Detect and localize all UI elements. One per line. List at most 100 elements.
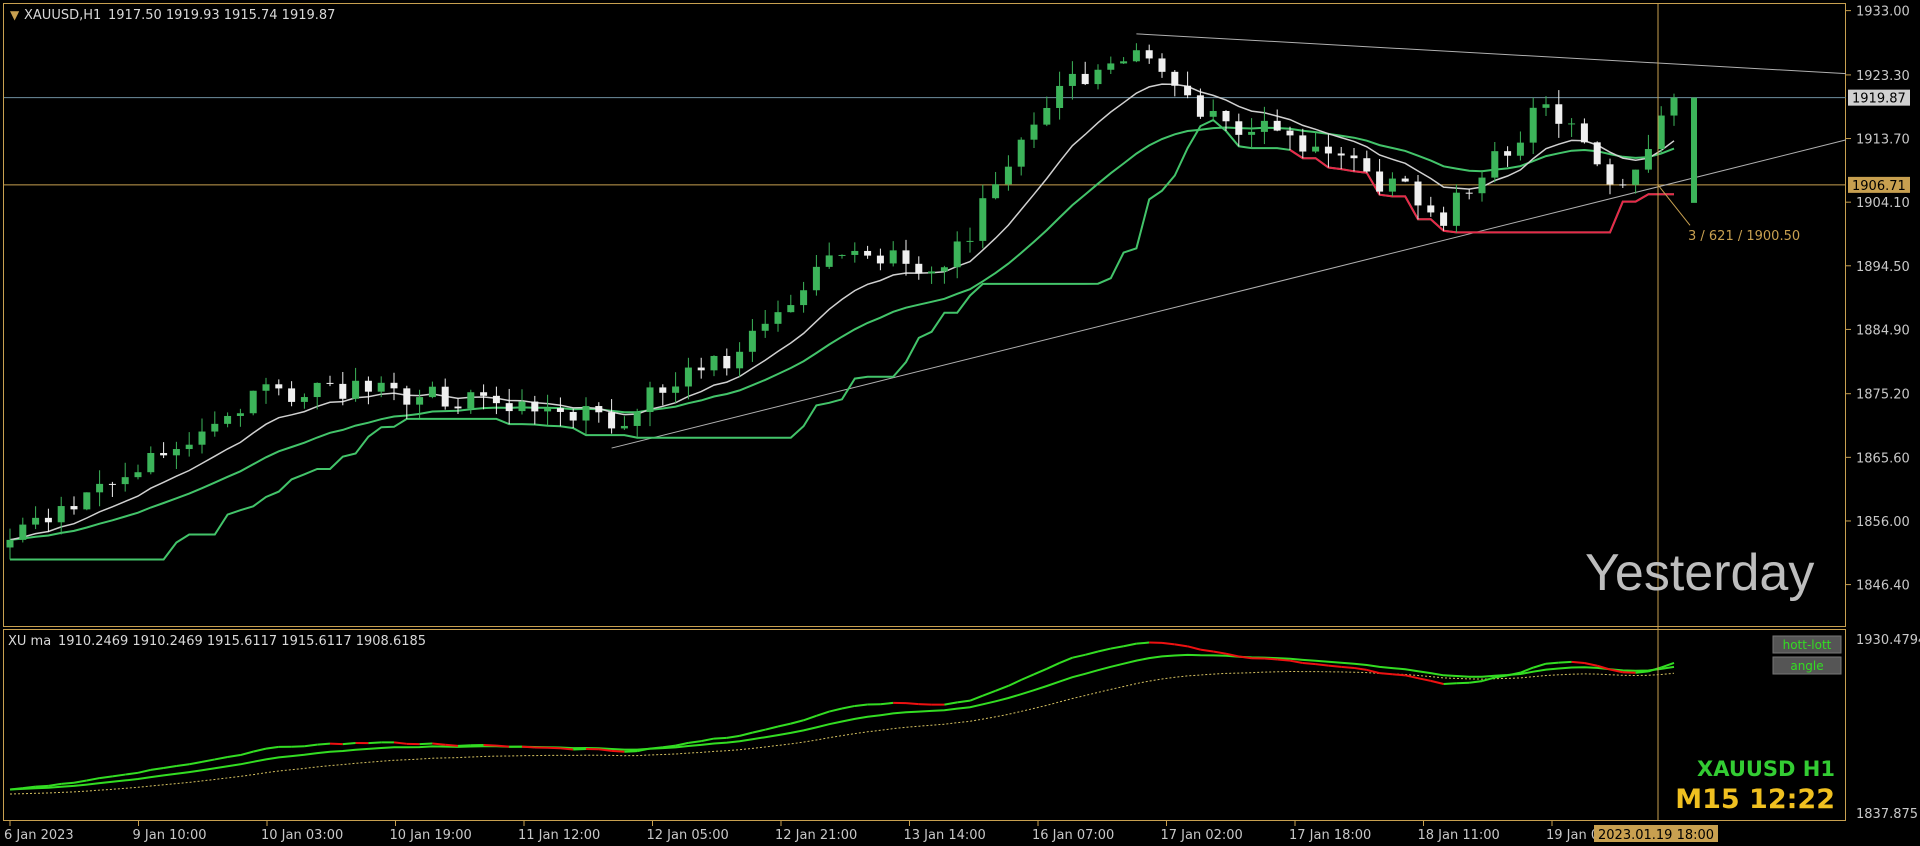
time-tick-label: 10 Jan 03:00: [261, 828, 343, 843]
osc-fast-segment: [61, 781, 75, 785]
osc-fast-segment: [1264, 657, 1278, 661]
candle-body: [761, 323, 769, 331]
candle-body: [608, 412, 616, 429]
candle-body: [1568, 123, 1576, 125]
candle-body: [147, 452, 155, 473]
osc-fast-segment: [317, 742, 331, 746]
hott-lott-button[interactable]: hott-lott: [1772, 635, 1842, 654]
candle-body: [1632, 169, 1640, 185]
candle-body: [1644, 149, 1652, 170]
candle-body: [876, 255, 884, 264]
candle-body: [838, 254, 846, 256]
candle-body: [1132, 50, 1140, 62]
candle-body: [1158, 58, 1166, 72]
candle-body: [300, 397, 308, 402]
candle-body: [1312, 146, 1320, 152]
osc-fast-segment: [1443, 682, 1457, 685]
time-tick-label: 13 Jan 14:00: [904, 828, 986, 843]
candle-body: [1235, 121, 1243, 135]
time-tick-label: 17 Jan 18:00: [1289, 828, 1371, 843]
sub-header-name: XU ma: [8, 634, 51, 649]
candle-body: [1452, 192, 1460, 226]
candle-body: [1120, 61, 1128, 64]
candle-body: [812, 266, 820, 291]
candle-body: [1580, 123, 1588, 143]
candle-body: [83, 492, 91, 510]
angle-label: angle: [1790, 659, 1823, 673]
candle-body: [748, 330, 756, 352]
candle-body: [121, 477, 129, 485]
price-tick-label: 1856.00: [1856, 515, 1910, 530]
osc-fast-segment: [1571, 660, 1585, 664]
osc-fast-segment: [35, 784, 49, 788]
osc-fast-segment: [432, 742, 446, 746]
candle-body: [1222, 110, 1230, 122]
candle-body: [889, 250, 897, 264]
candle-body: [800, 290, 808, 306]
candle-body: [1516, 142, 1524, 156]
candle-body: [1337, 153, 1345, 156]
price-tick-label: 1875.20: [1856, 388, 1910, 403]
candle-body: [1094, 69, 1102, 85]
time-tick-label: 10 Jan 19:00: [390, 828, 472, 843]
angle-button[interactable]: angle: [1772, 656, 1842, 675]
candle-body: [364, 380, 372, 392]
candle-body: [710, 355, 718, 371]
candle-body: [1184, 85, 1192, 96]
candle-body: [1465, 192, 1473, 194]
osc-fast-segment: [1328, 664, 1342, 668]
candle-body: [275, 384, 283, 389]
candle-body: [1145, 50, 1153, 59]
candle-body: [902, 250, 910, 264]
osc-fast-segment: [445, 743, 459, 747]
candle-body: [441, 386, 449, 407]
time-tick-label: 18 Jan 11:00: [1418, 828, 1500, 843]
time-tick-label: 11 Jan 12:00: [518, 828, 600, 843]
candle-body: [390, 382, 398, 389]
candle-body: [1542, 104, 1550, 108]
candle-body: [1491, 151, 1499, 178]
candle-body: [467, 392, 475, 409]
osc-fast-segment: [1558, 660, 1572, 664]
osc-fast-segment: [457, 744, 471, 747]
candle-body: [1504, 151, 1512, 156]
osc-fast-segment: [611, 749, 625, 753]
candle-body: [224, 415, 232, 424]
chart-canvas: 1933.00 1923.30 1913.70 1904.10 1894.50 1884.…: [0, 0, 1920, 846]
candle-body: [518, 401, 526, 412]
candle-body: [428, 386, 436, 398]
osc-fast-segment: [483, 744, 497, 747]
candle-body: [454, 406, 462, 409]
candle-body: [1606, 164, 1614, 185]
candle-body: [1363, 158, 1371, 172]
candle-body: [1209, 110, 1217, 117]
candle-body: [1081, 73, 1089, 85]
osc-fast-segment: [1545, 661, 1559, 665]
candle-body: [352, 380, 360, 399]
candle-body: [96, 483, 104, 493]
candle-body: [1286, 130, 1294, 136]
candle-body: [70, 506, 78, 510]
background: [0, 0, 1920, 846]
price-tag-level-label: 1906.71: [1852, 179, 1906, 194]
symbol-timeframe-label: XAUUSD H1: [1697, 757, 1835, 781]
candle-body: [1248, 131, 1256, 135]
osc-fast-segment: [918, 703, 932, 706]
candle-body: [19, 524, 27, 540]
hott-lott-label: hott-lott: [1783, 638, 1832, 652]
time-tick-label: 17 Jan 02:00: [1161, 828, 1243, 843]
candle-body: [1619, 184, 1627, 186]
candle-body: [1478, 177, 1486, 194]
price-tick-label: 1933.00: [1856, 5, 1910, 20]
osc-fast-segment: [9, 787, 23, 791]
main-header-ohlc: 1917.50 1919.93 1915.74 1919.87: [108, 8, 335, 23]
candle-body: [313, 382, 321, 398]
candle-body: [1299, 135, 1307, 152]
candle-body: [672, 386, 680, 393]
candle-body: [32, 517, 40, 525]
sub-axis-top-label: 1930.4794: [1856, 633, 1920, 648]
candle-body: [1670, 97, 1678, 116]
chart-menu-icon[interactable]: ▼: [10, 8, 20, 22]
period-watermark: Yesterday: [1585, 544, 1814, 602]
time-tick-label: 9 Jan 10:00: [133, 828, 207, 843]
